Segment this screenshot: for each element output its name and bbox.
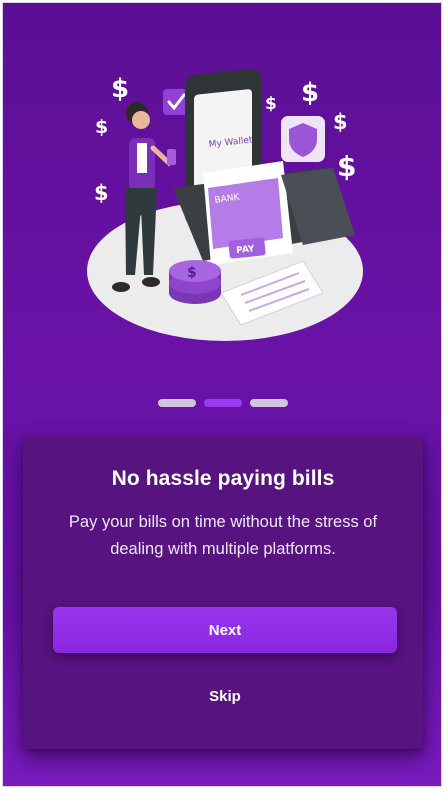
- onboarding-description: Pay your bills on time without the stres…: [68, 513, 378, 558]
- svg-text:$: $: [301, 78, 319, 108]
- svg-text:$: $: [333, 110, 348, 134]
- onboarding-title: No hassle paying bills: [111, 467, 335, 490]
- shield-icon: [281, 116, 325, 162]
- svg-text:$: $: [265, 94, 277, 114]
- page-dot-2-active[interactable]: [204, 399, 242, 407]
- svg-text:$: $: [187, 265, 197, 281]
- skip-button[interactable]: Skip: [183, 681, 267, 711]
- onboarding-screen: $ $ $ $ $ $ $ $ My Wallet: [2, 2, 442, 787]
- page-indicator: [3, 399, 441, 411]
- svg-text:$: $: [95, 116, 108, 138]
- next-button[interactable]: Next: [53, 607, 397, 653]
- page-dot-1[interactable]: [158, 399, 196, 407]
- coin-stack-icon: $: [169, 260, 221, 304]
- svg-text:$: $: [111, 74, 129, 104]
- pay-label: PAY: [236, 244, 256, 256]
- svg-text:$: $: [337, 150, 356, 183]
- onboarding-card: No hassle paying bills Pay your bills on…: [23, 437, 423, 749]
- bill-payment-illustration: $ $ $ $ $ $ $ $ My Wallet: [87, 68, 363, 341]
- page-dot-3[interactable]: [250, 399, 288, 407]
- svg-text:$: $: [94, 181, 109, 205]
